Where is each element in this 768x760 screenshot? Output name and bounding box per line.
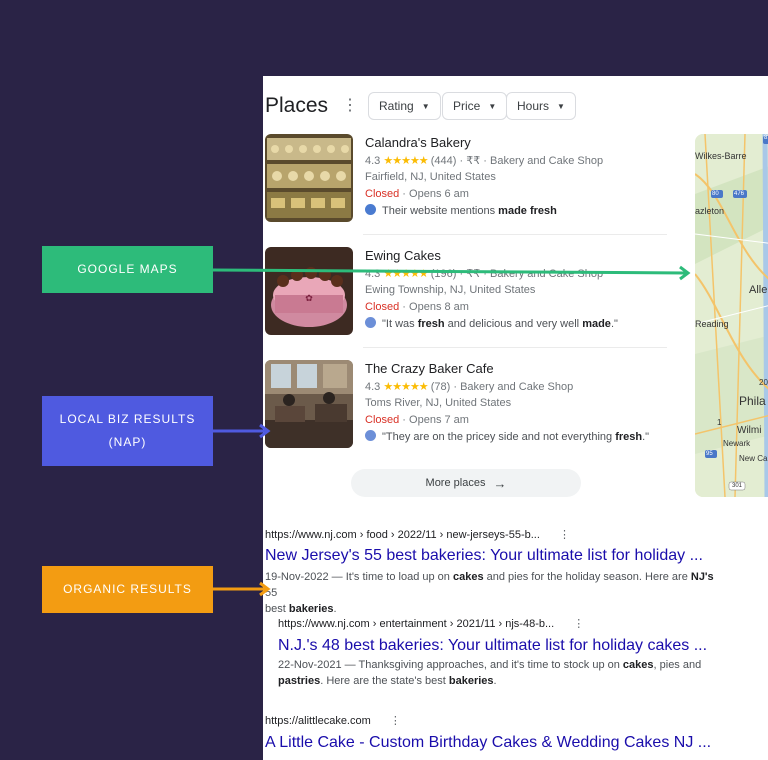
- organic-arrow: [213, 581, 271, 597]
- maps-arrow: [212, 265, 691, 281]
- local-biz-arrow: [213, 423, 271, 439]
- annotation-arrows: [212, 265, 691, 597]
